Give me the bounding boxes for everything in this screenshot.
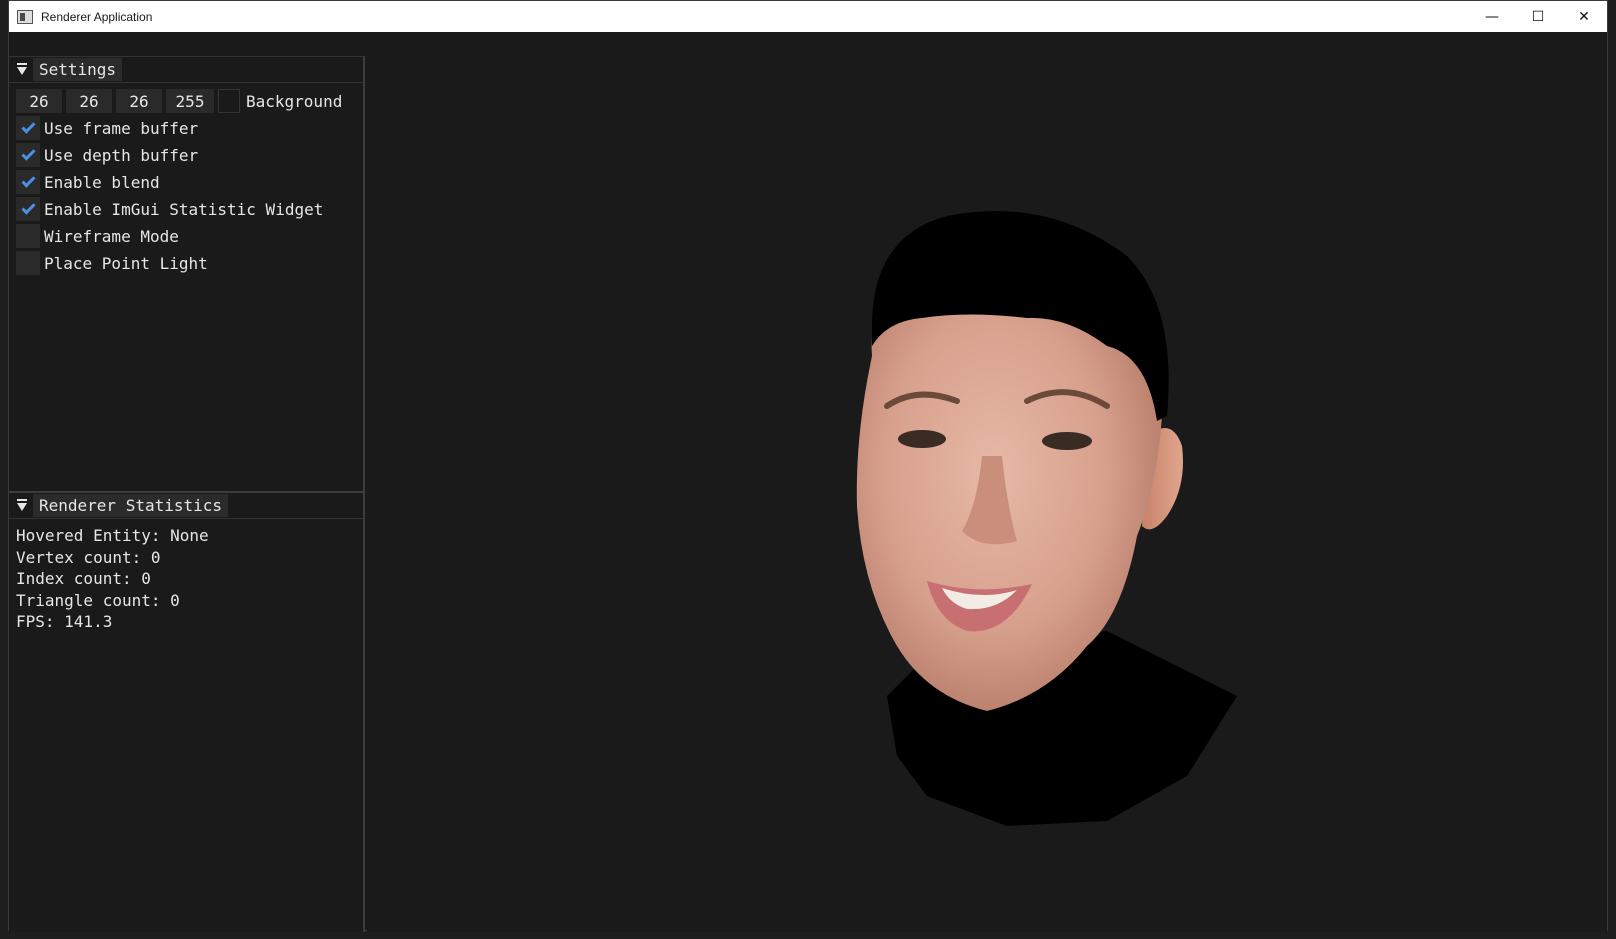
checkbox-row[interactable]: Enable blend [16,170,363,194]
background-color-swatch[interactable] [218,89,240,113]
maximize-button[interactable]: ☐ [1515,1,1561,32]
window-title: Renderer Application [41,9,153,24]
title-bar[interactable]: Renderer Application — ☐ ✕ [9,1,1607,32]
checkbox-label[interactable]: Wireframe Mode [44,227,179,246]
settings-panel: Settings 26 26 26 255 Background Use fra… [9,56,365,491]
settings-title[interactable]: Settings [33,58,123,81]
checkbox-label[interactable]: Place Point Light [44,254,208,273]
checkmark-icon [20,145,36,161]
checkbox-row[interactable]: Wireframe Mode [16,224,363,248]
checkbox[interactable] [16,197,40,221]
menu-strip [9,32,1607,56]
statistic-line: Triangle count: 0 [16,590,180,610]
render-viewport[interactable] [367,56,1607,932]
checkmark-icon [20,118,36,134]
checkbox-row[interactable]: Use frame buffer [16,116,363,140]
checkbox[interactable] [16,224,40,248]
checkbox[interactable] [16,251,40,275]
checkbox-row[interactable]: Place Point Light [16,251,363,275]
checkbox-label[interactable]: Use frame buffer [44,119,198,138]
checkbox[interactable] [16,143,40,167]
background-a-input[interactable]: 255 [166,89,214,113]
checkbox-row[interactable]: Use depth buffer [16,143,363,167]
statistic-line: Hovered Entity: None [16,526,209,545]
head-model-render [856,211,1237,826]
statistic-line: Index count: 0 [16,569,151,588]
close-button[interactable]: ✕ [1561,1,1607,32]
minimize-button[interactable]: — [1469,1,1515,32]
checkmark-icon [20,199,36,215]
checkmark-icon [20,172,36,188]
statistics-lines: Hovered Entity: None Vertex count: 0 Index… [16,525,363,633]
settings-checkbox-list: Use frame buffer Use depth buffer Enable b… [9,116,363,275]
checkbox-label[interactable]: Enable ImGui Statistic Widget [44,200,323,219]
left-eye [898,430,946,448]
statistic-line: Vertex count: 0 [16,547,161,567]
renderer-window: Renderer Application — ☐ ✕ Settings 26 2… [8,0,1608,932]
settings-header[interactable]: Settings [9,57,363,83]
background-label: Background [246,91,343,111]
checkbox[interactable] [16,170,40,194]
right-eye [1042,432,1092,450]
window-controls: — ☐ ✕ [1469,1,1607,32]
checkbox-label[interactable]: Use depth buffer [44,146,198,165]
statistics-panel: Renderer Statistics Hovered Entity: None… [9,491,365,932]
checkbox-label[interactable]: Enable blend [44,173,160,192]
background-color-row: 26 26 26 255 Background [16,89,363,113]
app-window-icon [17,9,33,24]
statistics-title[interactable]: Renderer Statistics [33,494,229,517]
collapse-arrow-icon[interactable] [17,62,27,75]
background-r-input[interactable]: 26 [16,89,62,113]
statistics-header[interactable]: Renderer Statistics [9,493,363,519]
background-b-input[interactable]: 26 [116,89,162,113]
collapse-arrow-icon[interactable] [17,498,27,511]
checkbox-row[interactable]: Enable ImGui Statistic Widget [16,197,363,221]
checkbox[interactable] [16,116,40,140]
statistic-line: FPS: 141.3 [16,612,113,631]
background-g-input[interactable]: 26 [66,89,112,113]
